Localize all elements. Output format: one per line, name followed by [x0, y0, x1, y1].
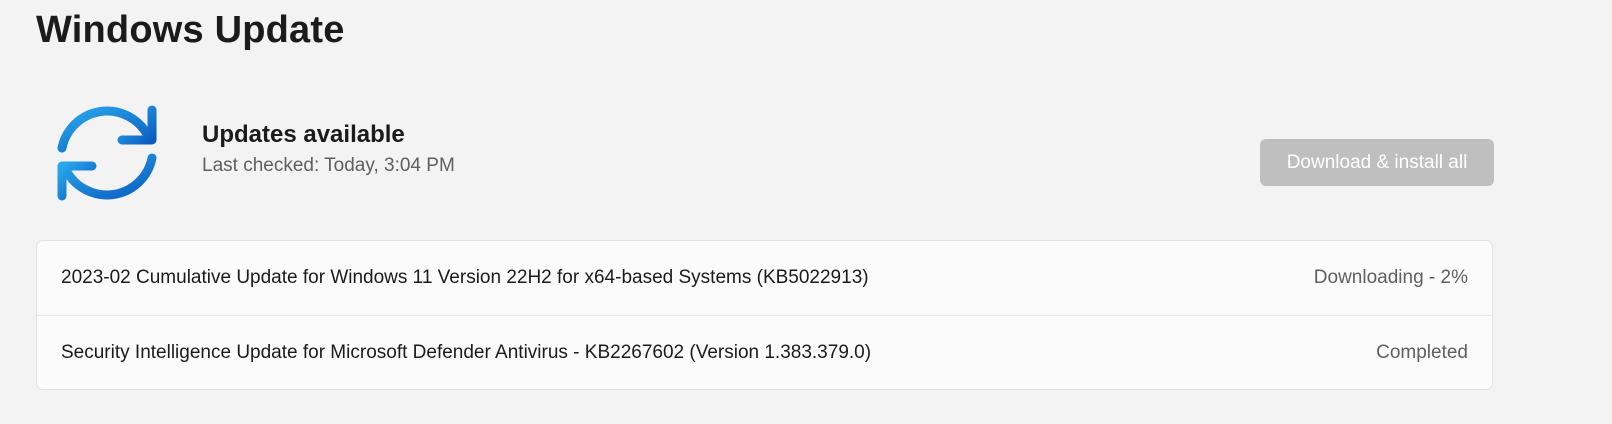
- status-text-group: Updates available Last checked: Today, 3…: [202, 118, 455, 180]
- last-checked-text: Last checked: Today, 3:04 PM: [202, 155, 455, 176]
- sync-icon: [57, 105, 157, 201]
- update-list: 2023-02 Cumulative Update for Windows 11…: [36, 240, 1493, 390]
- update-name: 2023-02 Cumulative Update for Windows 11…: [61, 267, 869, 288]
- download-install-all-button[interactable]: Download & install all: [1260, 139, 1494, 186]
- update-row[interactable]: Security Intelligence Update for Microso…: [37, 315, 1492, 389]
- update-status: Downloading - 2%: [1313, 267, 1468, 288]
- update-name: Security Intelligence Update for Microso…: [61, 341, 872, 363]
- update-status: Completed: [1376, 341, 1468, 363]
- update-row[interactable]: 2023-02 Cumulative Update for Windows 11…: [37, 241, 1492, 315]
- windows-update-page: Windows Update Updates available Last ch…: [0, 0, 1612, 424]
- status-heading: Updates available: [202, 121, 405, 148]
- page-title: Windows Update: [36, 9, 345, 51]
